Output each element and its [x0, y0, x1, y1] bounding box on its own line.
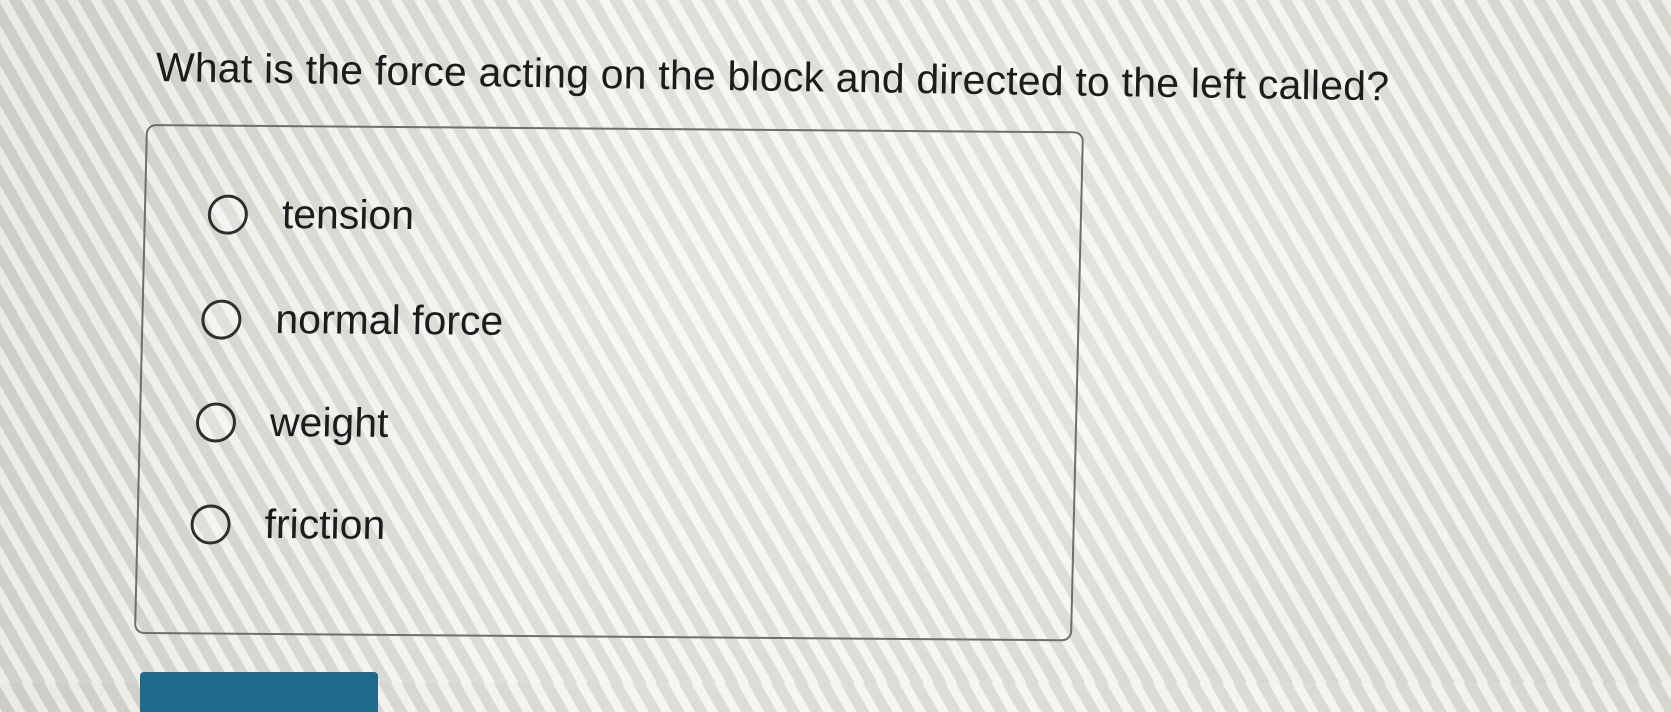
option-weight[interactable]: weight	[195, 398, 389, 447]
radio-button[interactable]	[200, 298, 242, 340]
option-friction[interactable]: friction	[190, 500, 386, 549]
option-label: tension	[281, 191, 415, 239]
radio-button[interactable]	[195, 401, 237, 443]
answer-options-group: tension normal force weight friction	[133, 124, 1084, 642]
radio-button[interactable]	[207, 193, 249, 235]
option-label: friction	[264, 500, 386, 548]
submit-button[interactable]	[140, 672, 378, 712]
option-normal-force[interactable]: normal force	[200, 295, 504, 344]
option-label: normal force	[274, 296, 504, 344]
option-label: weight	[269, 398, 390, 446]
radio-button[interactable]	[190, 503, 232, 545]
option-tension[interactable]: tension	[207, 190, 415, 239]
question-text: What is the force acting on the block an…	[155, 44, 1390, 110]
